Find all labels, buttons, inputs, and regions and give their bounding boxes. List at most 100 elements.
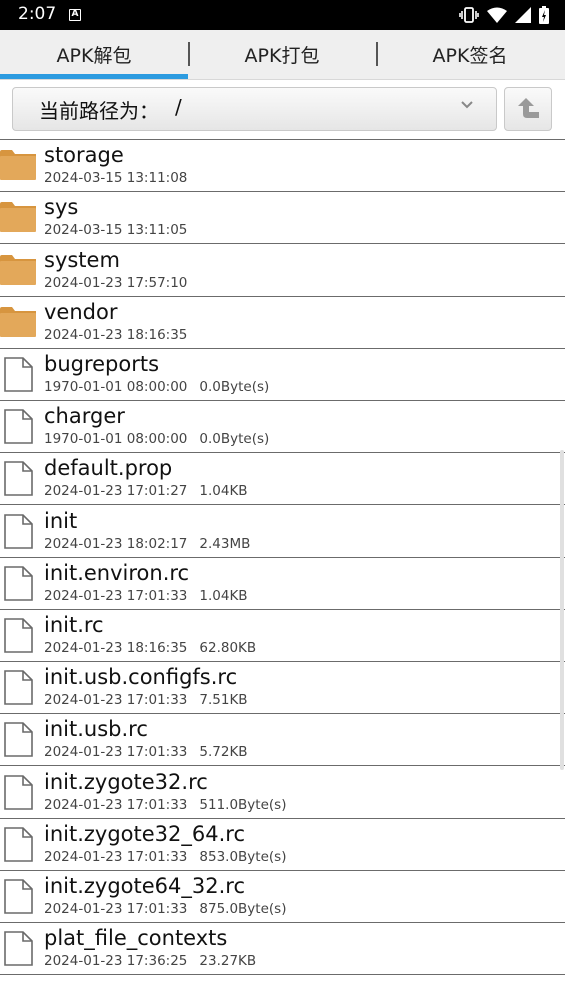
file-name: vendor bbox=[44, 299, 118, 324]
file-meta: 2024-01-23 17:01:33 511.0Byte(s) bbox=[44, 797, 286, 813]
folder-icon bbox=[0, 150, 36, 181]
path-label: 当前路径为： bbox=[39, 99, 159, 123]
file-row[interactable]: init.usb.configfs.rc 2024-01-23 17:01:33 7… bbox=[0, 662, 565, 715]
file-name: init bbox=[44, 508, 78, 533]
file-date: 2024-01-23 17:01:33 bbox=[44, 692, 188, 709]
file-list[interactable]: sdcard2024-03-15 14:02:33 storage 2024-03-… bbox=[0, 133, 565, 1004]
file-meta: 2024-01-23 17:01:33 853.0Byte(s) bbox=[44, 849, 286, 865]
folder-row[interactable]: vendor 2024-01-23 18:16:35 bbox=[0, 297, 565, 349]
tab-apk-pack[interactable]: APK打包 bbox=[188, 30, 376, 80]
path-value: / bbox=[175, 95, 182, 119]
file-meta: 2024-01-23 17:01:33 875.0Byte(s) bbox=[44, 901, 286, 917]
file-icon bbox=[4, 774, 33, 810]
wifi-icon bbox=[487, 7, 507, 23]
file-name: bugreports bbox=[44, 352, 160, 376]
file-size: 5.72KB bbox=[199, 744, 248, 761]
folder-row[interactable]: sys 2024-03-15 13:11:05 bbox=[0, 192, 565, 245]
file-date: 2024-03-15 13:11:08 bbox=[44, 170, 188, 187]
file-date: 2024-03-15 13:11:05 bbox=[44, 222, 188, 239]
file-meta: 2024-01-23 17:01:33 7.51KB bbox=[44, 692, 248, 708]
file-size: 7.51KB bbox=[199, 692, 248, 709]
file-row[interactable]: init.usb.rc 2024-01-23 17:01:33 5.72KB bbox=[0, 714, 565, 767]
file-meta: 2024-03-15 14:02:33 bbox=[44, 133, 187, 134]
status-bar: 2:07 A bbox=[0, 0, 565, 30]
file-row[interactable]: bugreports 1970-01-01 08:00:00 0.0Byte(s) bbox=[0, 349, 565, 401]
file-icon bbox=[4, 879, 33, 914]
tab-bar: APK解包 APK打包 APK签名 bbox=[0, 30, 565, 80]
file-icon bbox=[4, 722, 33, 758]
tab-apk-sign[interactable]: APK签名 bbox=[376, 30, 564, 80]
file-date: 2024-01-23 18:16:35 bbox=[44, 326, 188, 343]
file-date: 2024-01-23 17:01:33 bbox=[44, 744, 188, 761]
file-row[interactable]: init.zygote32_64.rc 2024-01-23 17:01:33 85… bbox=[0, 819, 565, 871]
tab-apk-unpack[interactable]: APK解包 bbox=[0, 30, 188, 80]
file-row[interactable]: init.rc 2024-01-23 18:16:35 62.80KB bbox=[0, 610, 565, 662]
up-arrow-icon bbox=[518, 98, 539, 118]
file-size: 511.0Byte(s) bbox=[199, 796, 287, 813]
file-icon bbox=[4, 565, 33, 601]
notification-icon: A bbox=[69, 9, 81, 21]
file-meta: 2024-01-23 18:16:35 bbox=[44, 327, 187, 343]
file-date: 2024-01-23 17:01:33 bbox=[44, 796, 188, 813]
file-size: 2.43MB bbox=[199, 535, 251, 552]
file-date: 1970-01-01 08:00:00 bbox=[44, 431, 188, 448]
file-icon bbox=[4, 461, 33, 497]
folder-row[interactable]: storage 2024-03-15 13:11:08 bbox=[0, 140, 565, 193]
active-tab-indicator bbox=[0, 74, 188, 79]
file-name: plat_file_contexts bbox=[44, 926, 228, 951]
file-name: init.zygote64_32.rc bbox=[44, 874, 246, 898]
file-date: 2024-01-23 17:01:27 bbox=[44, 483, 188, 500]
file-icon bbox=[4, 513, 33, 549]
file-size: 0.0Byte(s) bbox=[199, 431, 270, 448]
file-icon bbox=[4, 357, 33, 392]
file-size: 875.0Byte(s) bbox=[199, 901, 287, 917]
file-meta: 2024-01-23 18:16:35 62.80KB bbox=[44, 640, 256, 656]
file-row[interactable]: init.environ.rc 2024-01-23 17:01:33 1.04KB bbox=[0, 558, 565, 610]
file-date: 2024-01-23 17:01:33 bbox=[44, 901, 188, 917]
file-name: charger bbox=[44, 404, 125, 429]
file-name: system bbox=[44, 247, 120, 272]
file-row[interactable]: charger 1970-01-01 08:00:00 0.0Byte(s) bbox=[0, 401, 565, 454]
parent-directory-button[interactable] bbox=[504, 87, 552, 131]
file-date: 2024-01-23 18:02:17 bbox=[44, 535, 188, 552]
folder-row[interactable]: system 2024-01-23 17:57:10 bbox=[0, 245, 565, 297]
file-meta: 2024-01-23 17:01:33 5.72KB bbox=[44, 744, 248, 760]
file-row[interactable]: init.zygote32.rc 2024-01-23 17:01:33 511.0… bbox=[0, 767, 565, 819]
file-size: 853.0Byte(s) bbox=[199, 848, 287, 865]
file-date: 2024-01-23 17:01:33 bbox=[44, 587, 188, 604]
file-meta: 2024-03-15 13:11:08 bbox=[44, 170, 187, 186]
file-name: init.environ.rc bbox=[44, 560, 190, 585]
file-date: 2024-01-23 17:01:33 bbox=[44, 848, 188, 865]
file-meta: 1970-01-01 08:00:00 0.0Byte(s) bbox=[44, 431, 269, 447]
path-bar: 当前路径为： / bbox=[0, 80, 565, 133]
file-icon bbox=[4, 409, 33, 444]
vibrate-icon bbox=[459, 7, 479, 23]
folder-row[interactable]: sdcard2024-03-15 14:02:33 bbox=[0, 133, 565, 140]
folder-icon bbox=[0, 254, 36, 285]
file-name: storage bbox=[44, 143, 124, 168]
file-name: init.zygote32_64.rc bbox=[44, 821, 246, 846]
file-date: 2024-03-15 14:02:33 bbox=[44, 133, 187, 134]
file-name: init.rc bbox=[44, 613, 104, 637]
file-size: 23.27KB bbox=[199, 953, 257, 970]
file-icon bbox=[4, 826, 33, 862]
file-meta: 2024-01-23 17:01:27 1.04KB bbox=[44, 483, 248, 499]
file-row[interactable]: plat_file_contexts 2024-01-23 17:36:25 23.… bbox=[0, 923, 565, 976]
cellular-icon bbox=[515, 7, 531, 23]
file-meta: 1970-01-01 08:00:00 0.0Byte(s) bbox=[44, 379, 269, 395]
file-size: 1.04KB bbox=[199, 587, 248, 604]
scrollbar[interactable] bbox=[560, 450, 564, 770]
battery-icon bbox=[539, 6, 549, 24]
file-size: 0.0Byte(s) bbox=[199, 379, 270, 395]
file-name: default.prop bbox=[44, 456, 173, 481]
file-row[interactable]: init 2024-01-23 18:02:17 2.43MB bbox=[0, 506, 565, 558]
file-meta: 2024-01-23 17:01:33 1.04KB bbox=[44, 588, 248, 604]
path-dropdown[interactable]: 当前路径为： / bbox=[12, 87, 497, 131]
file-row[interactable]: default.prop 2024-01-23 17:01:27 1.04KB bbox=[0, 453, 565, 506]
file-meta: 2024-01-23 17:36:25 23.27KB bbox=[44, 953, 256, 969]
file-row[interactable]: init.zygote64_32.rc 2024-01-23 17:01:33 87… bbox=[0, 871, 565, 923]
file-name: init.usb.configfs.rc bbox=[44, 665, 238, 690]
file-date: 2024-01-23 17:57:10 bbox=[44, 274, 188, 291]
file-meta: 2024-01-23 18:02:17 2.43MB bbox=[44, 536, 250, 552]
file-date: 2024-01-23 18:16:35 bbox=[44, 640, 188, 656]
